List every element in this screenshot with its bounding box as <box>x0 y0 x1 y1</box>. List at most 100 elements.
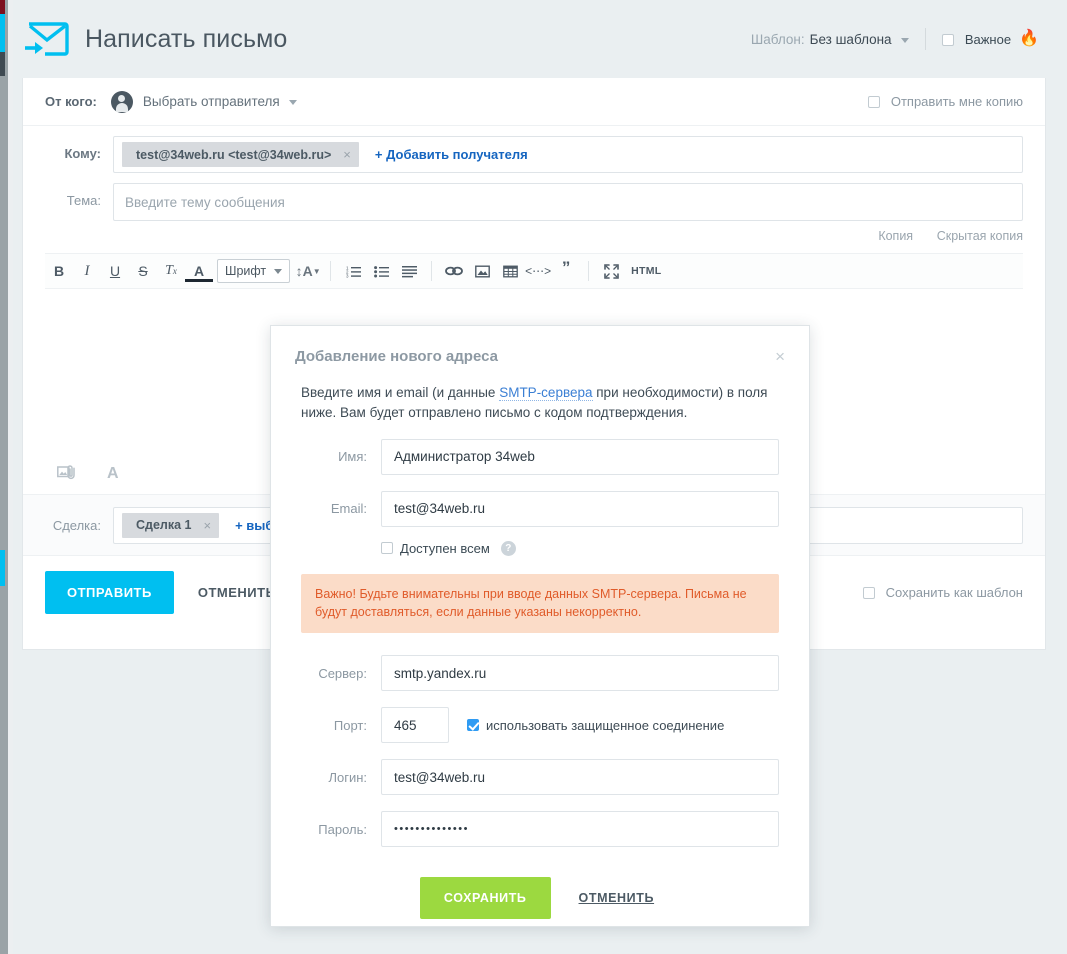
subject-label: Тема: <box>45 183 113 208</box>
checkbox-box <box>863 587 875 599</box>
ssl-checkbox[interactable]: использовать защищенное соединение <box>467 718 724 733</box>
important-checkbox[interactable]: Важное <box>942 32 1011 47</box>
clear-format-icon[interactable]: Tx <box>157 257 185 285</box>
login-row: Логин: test@34web.ru <box>271 759 809 795</box>
port-row: Порт: 465 использовать защищенное соедин… <box>271 707 809 743</box>
align-icon[interactable] <box>395 257 423 285</box>
divider <box>330 261 331 281</box>
from-label: От кого: <box>45 94 97 109</box>
to-label: Кому: <box>45 136 113 161</box>
port-label: Порт: <box>301 718 381 733</box>
send-me-copy-label: Отправить мне копию <box>891 94 1023 109</box>
signature-icon[interactable]: A <box>107 465 119 483</box>
cc-link[interactable]: Копия <box>878 229 913 243</box>
public-label: Доступен всем <box>400 541 490 556</box>
template-value: Без шаблона <box>810 32 892 47</box>
add-recipient-link[interactable]: + Добавить получателя <box>375 147 528 162</box>
remove-icon[interactable]: × <box>343 147 351 162</box>
fullscreen-icon[interactable] <box>597 257 625 285</box>
modal-intro-text: Введите имя и email (и данные SMTP-серве… <box>271 365 809 424</box>
password-row: Пароль: •••••••••••••• <box>271 811 809 847</box>
save-as-template-checkbox[interactable]: Сохранить как шаблон <box>863 585 1023 600</box>
public-row: Доступен всем ? <box>271 541 809 556</box>
divider <box>588 261 589 281</box>
sidebar-edge <box>8 0 13 954</box>
login-field[interactable]: test@34web.ru <box>381 759 779 795</box>
attachment-icon[interactable] <box>57 465 77 484</box>
send-button[interactable]: ОТПРАВИТЬ <box>45 571 174 614</box>
font-family-select[interactable]: Шрифт <box>217 259 290 283</box>
name-label: Имя: <box>301 449 381 464</box>
name-field[interactable]: Администратор 34web <box>381 439 779 475</box>
server-field[interactable]: smtp.yandex.ru <box>381 655 779 691</box>
cancel-button[interactable]: ОТМЕНИТЬ <box>192 584 282 601</box>
subject-placeholder: Введите тему сообщения <box>122 195 285 210</box>
recipient-token-label: test@34web.ru <test@34web.ru> <box>136 148 331 162</box>
bold-icon[interactable]: B <box>45 257 73 285</box>
from-row: От кого: Выбрать отправителя Отправить м… <box>23 78 1045 126</box>
text-color-icon[interactable]: A <box>185 262 213 282</box>
ordered-list-icon[interactable]: 1 2 3 <box>339 257 367 285</box>
name-row: Имя: Администратор 34web <box>271 439 809 475</box>
modal-cancel-button[interactable]: ОТМЕНИТЬ <box>573 890 661 906</box>
public-checkbox[interactable]: Доступен всем <box>381 541 490 556</box>
help-icon[interactable]: ? <box>501 541 516 556</box>
template-selector[interactable]: Без шаблона <box>805 32 910 47</box>
to-field[interactable]: test@34web.ru <test@34web.ru> × + Добави… <box>113 136 1023 173</box>
bullet-list-icon[interactable] <box>367 257 395 285</box>
page-title: Написать письмо <box>85 25 287 54</box>
link-icon[interactable] <box>440 257 468 285</box>
font-size-icon[interactable]: ↕A▼ <box>294 257 322 285</box>
strikethrough-icon[interactable]: S <box>129 257 157 285</box>
port-field[interactable]: 465 <box>381 707 449 743</box>
html-button[interactable]: HTML <box>625 257 667 285</box>
server-row: Сервер: smtp.yandex.ru <box>271 655 809 691</box>
header-actions: Шаблон: Без шаблона Важное 🔥 <box>751 28 1067 50</box>
close-icon[interactable]: × <box>775 348 785 365</box>
bcc-link[interactable]: Скрытая копия <box>937 229 1023 243</box>
smtp-server-link[interactable]: SMTP-сервера <box>499 385 592 401</box>
editor-toolbar: B I U S Tx A Шрифт ↕A▼ 1 2 3 <box>45 253 1023 289</box>
modal-save-button[interactable]: СОХРАНИТЬ <box>420 877 551 919</box>
deal-token[interactable]: Сделка 1 × <box>122 513 219 538</box>
image-icon[interactable] <box>468 257 496 285</box>
recipient-token[interactable]: test@34web.ru <test@34web.ru> × <box>122 142 359 167</box>
to-row: Кому: test@34web.ru <test@34web.ru> × + … <box>23 126 1045 173</box>
mail-send-icon <box>23 17 71 61</box>
password-label: Пароль: <box>301 822 381 837</box>
template-label: Шаблон: <box>751 32 805 47</box>
email-row: Email: test@34web.ru <box>271 491 809 527</box>
password-field[interactable]: •••••••••••••• <box>381 811 779 847</box>
send-me-copy-checkbox[interactable]: Отправить мне копию <box>868 94 1023 109</box>
modal-footer: СОХРАНИТЬ ОТМЕНИТЬ <box>271 877 809 919</box>
chevron-down-icon <box>901 38 909 43</box>
ssl-label: использовать защищенное соединение <box>486 718 724 733</box>
divider <box>925 28 926 50</box>
checkbox-box <box>868 96 880 108</box>
deal-token-label: Сделка 1 <box>136 518 192 532</box>
save-as-template-label: Сохранить как шаблон <box>886 585 1023 600</box>
page-header: Написать письмо Шаблон: Без шаблона Важн… <box>13 0 1067 78</box>
intro-part-1: Введите имя и email (и данные <box>301 385 499 400</box>
remove-icon[interactable]: × <box>204 518 212 533</box>
sender-value: Выбрать отправителя <box>143 94 280 109</box>
chevron-down-icon <box>274 269 282 274</box>
email-field[interactable]: test@34web.ru <box>381 491 779 527</box>
svg-text:3: 3 <box>346 273 349 277</box>
email-label: Email: <box>301 501 381 516</box>
subject-field[interactable]: Введите тему сообщения <box>113 183 1023 221</box>
add-address-modal: Добавление нового адреса × Введите имя и… <box>270 325 810 927</box>
sender-selector[interactable]: Выбрать отправителя <box>133 94 297 109</box>
server-label: Сервер: <box>301 666 381 681</box>
deal-label: Сделка: <box>45 518 113 533</box>
important-label: Важное <box>965 32 1011 47</box>
quote-icon[interactable]: ” <box>552 257 580 285</box>
checkbox-box <box>467 719 479 731</box>
table-icon[interactable] <box>496 257 524 285</box>
app-sidebar-strip <box>0 0 13 954</box>
underline-icon[interactable]: U <box>101 257 129 285</box>
modal-header: Добавление нового адреса × <box>271 326 809 365</box>
flame-icon: 🔥 <box>1019 31 1039 47</box>
italic-icon[interactable]: I <box>73 257 101 285</box>
code-icon[interactable]: <⋯> <box>524 257 552 285</box>
